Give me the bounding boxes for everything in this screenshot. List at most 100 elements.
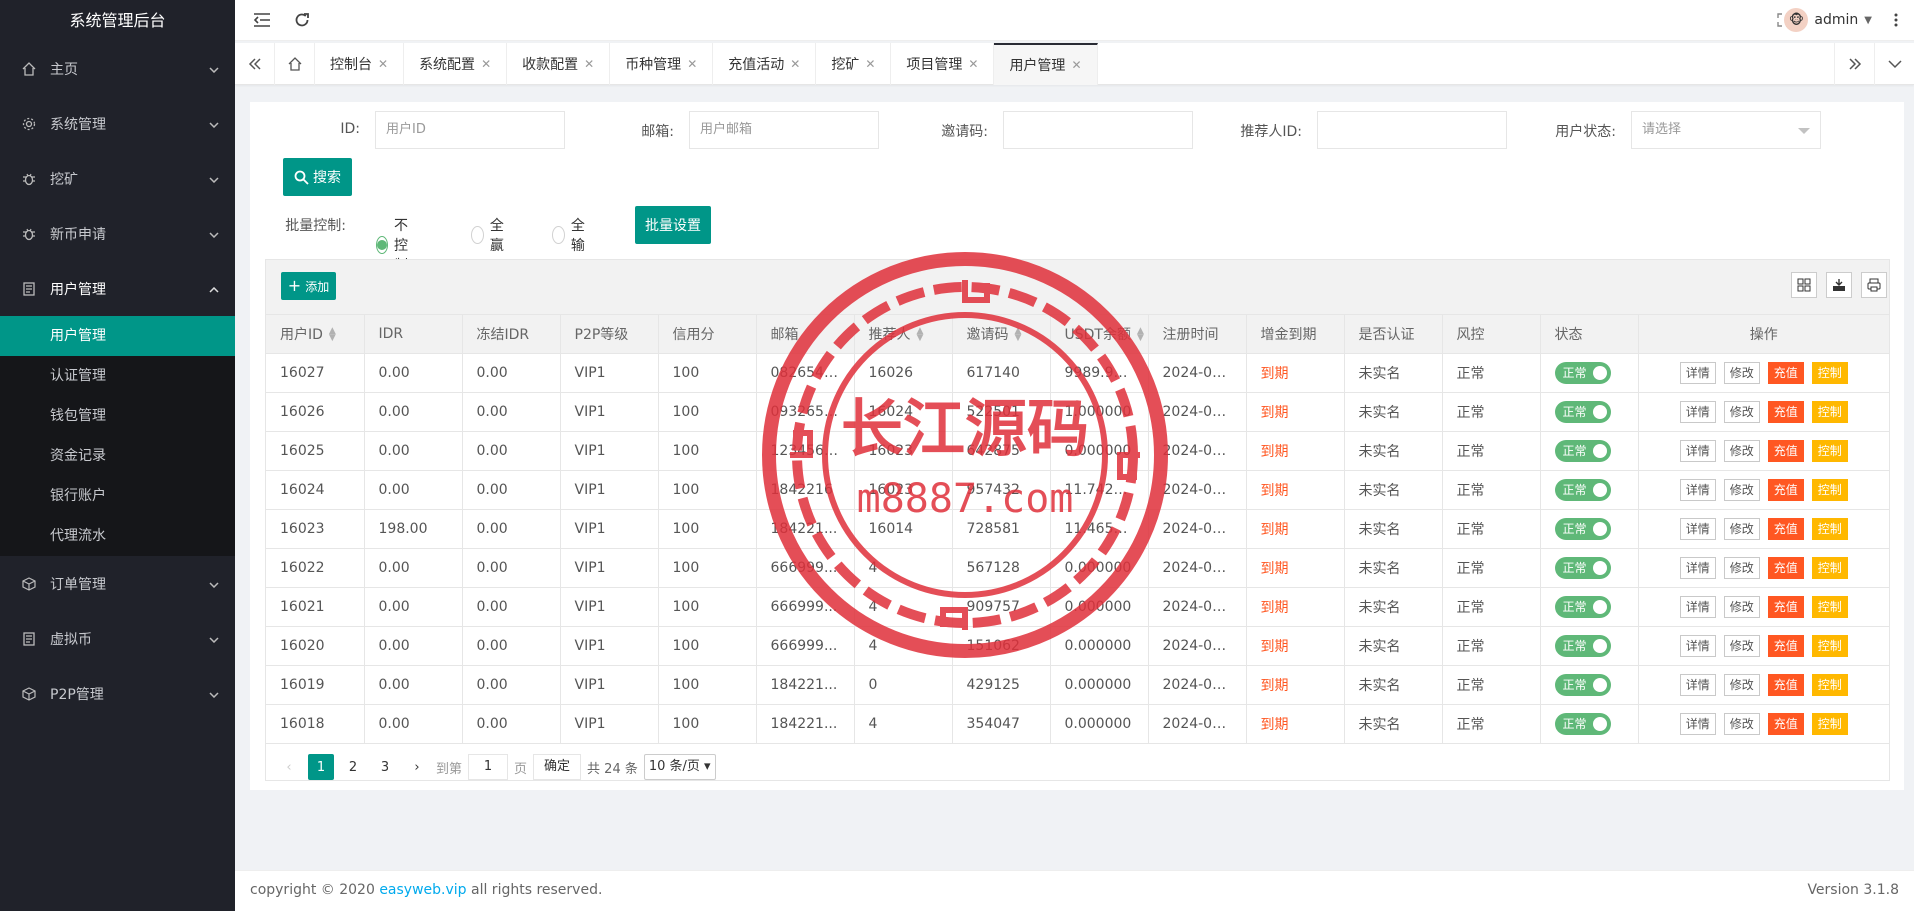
edit-button[interactable]: 修改 <box>1723 400 1760 423</box>
close-icon[interactable]: ✕ <box>1071 58 1081 72</box>
status-toggle[interactable]: 正常 <box>1554 634 1611 657</box>
detail-button[interactable]: 详情 <box>1679 634 1716 657</box>
detail-button[interactable]: 详情 <box>1679 712 1716 735</box>
detail-button[interactable]: 详情 <box>1679 556 1716 579</box>
sidebar-item-2[interactable]: 挖矿 <box>0 151 235 206</box>
page-2[interactable]: 2 <box>340 754 366 780</box>
sidebar-subitem-2[interactable]: 钱包管理 <box>0 396 235 436</box>
tab-3[interactable]: 币种管理 ✕ <box>610 43 714 85</box>
status-toggle[interactable]: 正常 <box>1554 361 1611 384</box>
goto-confirm-button[interactable]: 确定 <box>533 754 582 780</box>
sidebar-item-6[interactable]: 虚拟币 <box>0 611 235 666</box>
control-button[interactable]: 控制 <box>1811 634 1848 657</box>
control-button[interactable]: 控制 <box>1811 361 1848 384</box>
radio-all-lose[interactable]: 全输 <box>552 215 590 255</box>
next-page-icon[interactable]: › <box>404 754 430 780</box>
control-button[interactable]: 控制 <box>1811 439 1848 462</box>
recharge-button[interactable]: 充值 <box>1767 673 1804 696</box>
detail-button[interactable]: 详情 <box>1679 673 1716 696</box>
footer-link[interactable]: easyweb.vip <box>379 882 466 898</box>
sidebar-item-0[interactable]: 主页 <box>0 41 235 96</box>
close-icon[interactable]: ✕ <box>968 57 978 71</box>
status-toggle[interactable]: 正常 <box>1554 478 1611 501</box>
recharge-button[interactable]: 充值 <box>1767 634 1804 657</box>
edit-button[interactable]: 修改 <box>1723 439 1760 462</box>
column-header[interactable]: USDT余额 ▲ ▼ <box>1050 315 1149 354</box>
control-button[interactable]: 控制 <box>1811 673 1848 696</box>
edit-button[interactable]: 修改 <box>1723 517 1760 540</box>
tab-0[interactable]: 控制台 ✕ <box>315 43 405 85</box>
invite-code-input[interactable] <box>1003 111 1193 149</box>
detail-button[interactable]: 详情 <box>1679 439 1716 462</box>
status-toggle[interactable]: 正常 <box>1554 673 1611 696</box>
edit-button[interactable]: 修改 <box>1723 478 1760 501</box>
search-button[interactable]: 搜索 <box>283 158 352 196</box>
detail-button[interactable]: 详情 <box>1679 478 1716 501</box>
add-button[interactable]: + 添加 <box>281 272 336 300</box>
tab-6[interactable]: 项目管理 ✕ <box>891 43 995 85</box>
page-1[interactable]: 1 <box>308 754 334 780</box>
recharge-button[interactable]: 充值 <box>1767 517 1804 540</box>
recharge-button[interactable]: 充值 <box>1767 400 1804 423</box>
column-header[interactable]: 推荐人 ▲ ▼ <box>854 315 953 354</box>
more-vertical-icon[interactable] <box>1886 10 1906 30</box>
export-icon[interactable] <box>1826 272 1852 298</box>
recharge-button[interactable]: 充值 <box>1767 595 1804 618</box>
sidebar-subitem-1[interactable]: 认证管理 <box>0 356 235 396</box>
tab-7[interactable]: 用户管理 ✕ <box>994 43 1098 85</box>
edit-button[interactable]: 修改 <box>1723 556 1760 579</box>
close-icon[interactable]: ✕ <box>378 57 388 71</box>
status-toggle[interactable]: 正常 <box>1554 712 1611 735</box>
page-3[interactable]: 3 <box>372 754 398 780</box>
email-input[interactable]: 用户邮箱 <box>689 111 879 149</box>
user-menu[interactable]: 🐵 admin ▼ <box>1784 8 1872 32</box>
edit-button[interactable]: 修改 <box>1723 361 1760 384</box>
tab-dropdown-icon[interactable] <box>1874 43 1914 85</box>
status-toggle[interactable]: 正常 <box>1554 595 1611 618</box>
recharge-button[interactable]: 充值 <box>1767 361 1804 384</box>
status-toggle[interactable]: 正常 <box>1554 439 1611 462</box>
sort-icon[interactable]: ▲ ▼ <box>1137 326 1144 342</box>
sidebar-subitem-3[interactable]: 资金记录 <box>0 436 235 476</box>
batch-set-button[interactable]: 批量设置 <box>635 206 711 244</box>
columns-filter-icon[interactable] <box>1791 272 1817 298</box>
edit-button[interactable]: 修改 <box>1723 673 1760 696</box>
sort-icon[interactable]: ▲ ▼ <box>329 326 336 342</box>
sidebar-subitem-4[interactable]: 银行账户 <box>0 476 235 516</box>
status-toggle[interactable]: 正常 <box>1554 517 1611 540</box>
sidebar-item-3[interactable]: 新币申请 <box>0 206 235 261</box>
refresh-icon[interactable] <box>292 10 312 30</box>
radio-all-win[interactable]: 全赢 <box>471 215 509 255</box>
control-button[interactable]: 控制 <box>1811 712 1848 735</box>
tab-scroll-right-icon[interactable] <box>1834 43 1874 85</box>
detail-button[interactable]: 详情 <box>1679 361 1716 384</box>
edit-button[interactable]: 修改 <box>1723 712 1760 735</box>
control-button[interactable]: 控制 <box>1811 556 1848 579</box>
edit-button[interactable]: 修改 <box>1723 634 1760 657</box>
sidebar-item-4[interactable]: 用户管理 <box>0 261 235 316</box>
close-icon[interactable]: ✕ <box>584 57 594 71</box>
sidebar-item-1[interactable]: 系统管理 <box>0 96 235 151</box>
control-button[interactable]: 控制 <box>1811 517 1848 540</box>
sort-icon[interactable]: ▲ ▼ <box>917 326 924 342</box>
control-button[interactable]: 控制 <box>1811 595 1848 618</box>
close-icon[interactable]: ✕ <box>687 57 697 71</box>
tab-1[interactable]: 系统配置 ✕ <box>404 43 508 85</box>
status-toggle[interactable]: 正常 <box>1554 400 1611 423</box>
print-icon[interactable] <box>1861 272 1887 298</box>
detail-button[interactable]: 详情 <box>1679 400 1716 423</box>
referrer-id-input[interactable] <box>1317 111 1507 149</box>
control-button[interactable]: 控制 <box>1811 478 1848 501</box>
menu-fold-icon[interactable] <box>252 10 272 30</box>
prev-page-icon[interactable]: ‹ <box>276 754 302 780</box>
tab-2[interactable]: 收款配置 ✕ <box>507 43 611 85</box>
column-header[interactable]: 邀请码 ▲ ▼ <box>952 315 1051 354</box>
edit-button[interactable]: 修改 <box>1723 595 1760 618</box>
close-icon[interactable]: ✕ <box>481 57 491 71</box>
status-toggle[interactable]: 正常 <box>1554 556 1611 579</box>
sidebar-subitem-0[interactable]: 用户管理 <box>0 316 235 356</box>
recharge-button[interactable]: 充值 <box>1767 556 1804 579</box>
user-id-input[interactable]: 用户ID <box>375 111 565 149</box>
goto-page-input[interactable]: 1 <box>468 754 509 780</box>
recharge-button[interactable]: 充值 <box>1767 712 1804 735</box>
